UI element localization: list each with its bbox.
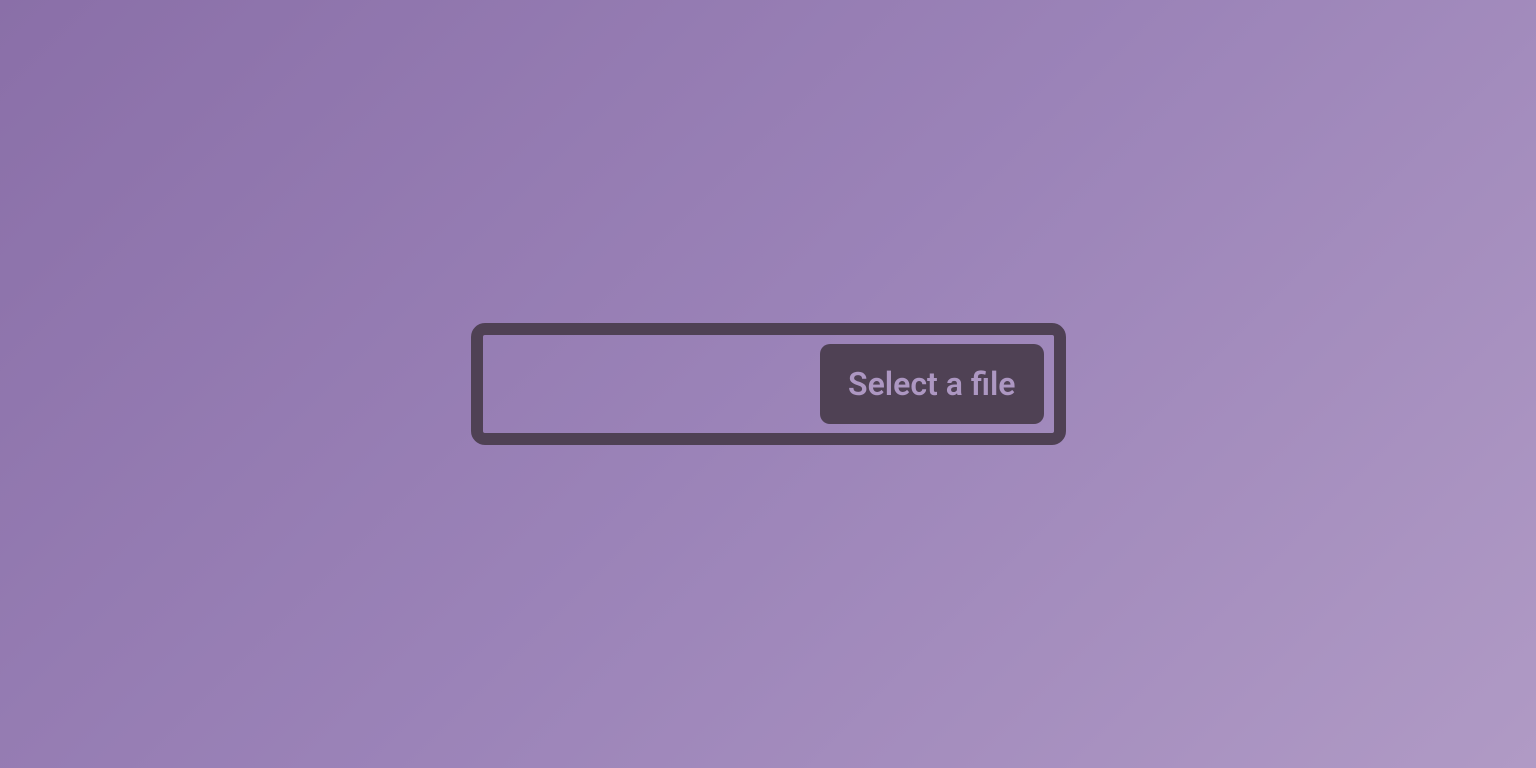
file-input-container[interactable]: Select a file	[471, 323, 1066, 445]
select-file-button[interactable]: Select a file	[820, 344, 1043, 424]
select-file-button-label: Select a file	[848, 365, 1015, 403]
